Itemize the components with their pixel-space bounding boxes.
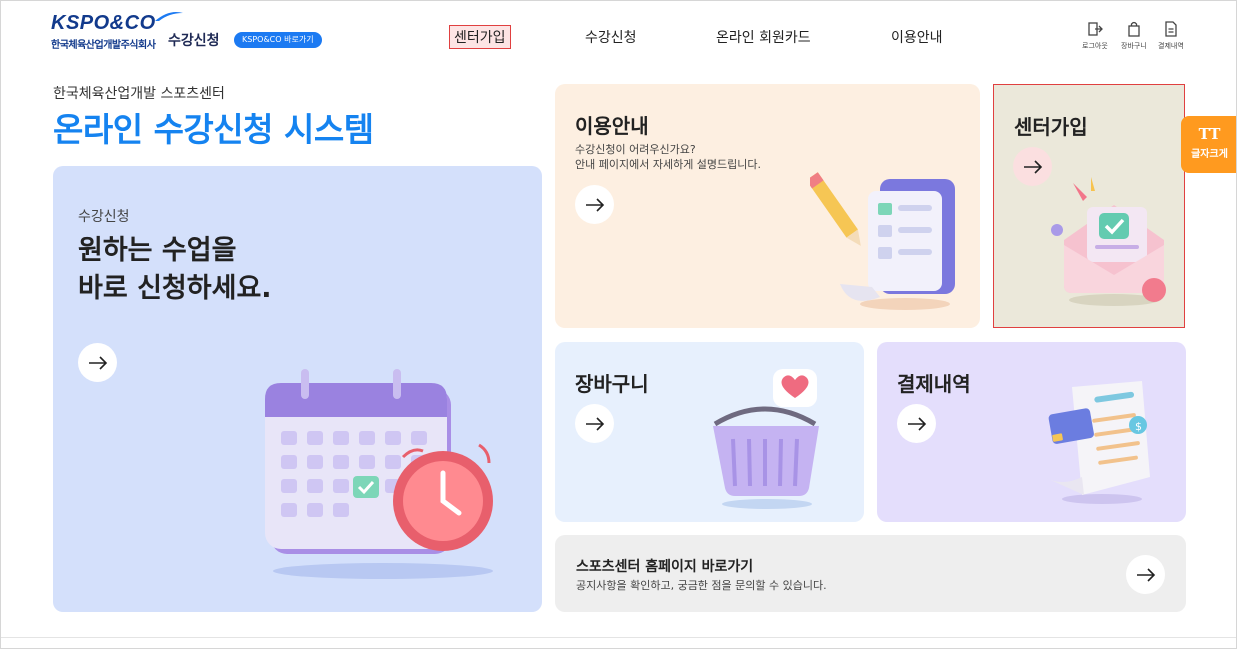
payment-card[interactable]: 결제내역 $ bbox=[877, 342, 1186, 522]
guide-card[interactable]: 이용안내 수강신청이 어려우신가요? 안내 페이지에서 자세하게 설명드립니다. bbox=[555, 84, 980, 328]
nav-item-member-card[interactable]: 온라인 회원카드 bbox=[716, 27, 811, 47]
center-join-arrow-button[interactable] bbox=[1013, 147, 1052, 186]
cart-card[interactable]: 장바구니 bbox=[555, 342, 864, 522]
cart-arrow-button[interactable] bbox=[575, 404, 614, 443]
course-apply-label: 수강신청 bbox=[78, 209, 130, 225]
kspo-shortcut-button[interactable]: KSPO&CO 바로가기 bbox=[234, 32, 322, 48]
logo-text: KSPO&CO bbox=[51, 12, 156, 34]
homepage-link-title: 스포츠센터 홈페이지 바로가기 bbox=[576, 559, 754, 575]
course-apply-arrow-button[interactable] bbox=[78, 343, 117, 382]
center-join-title: 센터가입 bbox=[1014, 115, 1088, 139]
arrow-right-icon bbox=[585, 197, 604, 212]
font-size-label: 글자크게 bbox=[1191, 149, 1228, 160]
cart-title: 장바구니 bbox=[575, 372, 649, 396]
course-apply-headline: 원하는 수업을 바로 신청하세요. bbox=[78, 235, 272, 304]
guide-title: 이용안내 bbox=[575, 114, 649, 138]
arrow-right-icon bbox=[1023, 159, 1042, 174]
guide-description: 수강신청이 어려우신가요? 안내 페이지에서 자세하게 설명드립니다. bbox=[575, 143, 762, 171]
payment-history-button[interactable]: 결제내역 bbox=[1158, 21, 1184, 51]
homepage-link-description: 공지사항을 확인하고, 궁금한 점을 문의할 수 있습니다. bbox=[576, 579, 827, 592]
course-apply-card[interactable]: 수강신청 원하는 수업을 바로 신청하세요. bbox=[53, 166, 542, 612]
logo-subtitle: 한국체육산업개발주식회사 bbox=[51, 40, 156, 51]
site-name: 수강신청 bbox=[168, 33, 220, 49]
nav-item-course-apply[interactable]: 수강신청 bbox=[585, 27, 637, 47]
footer-divider bbox=[1, 637, 1236, 638]
payment-title: 결제내역 bbox=[897, 372, 971, 396]
arrow-right-icon bbox=[1136, 567, 1155, 582]
logo-swoosh-icon bbox=[155, 12, 183, 21]
page-frame: { "header": { "logo_text": "KSPO&CO", "l… bbox=[0, 0, 1237, 649]
font-size-button[interactable]: TT 글자크게 bbox=[1181, 116, 1236, 173]
logout-button[interactable]: 로그아웃 bbox=[1082, 21, 1108, 51]
arrow-right-icon bbox=[88, 355, 107, 370]
cart-button[interactable]: 장바구니 bbox=[1121, 21, 1147, 51]
arrow-right-icon bbox=[907, 416, 926, 431]
logout-label: 로그아웃 bbox=[1082, 42, 1108, 50]
homepage-arrow-button[interactable] bbox=[1126, 555, 1165, 594]
arrow-right-icon bbox=[585, 416, 604, 431]
logout-icon bbox=[1088, 22, 1103, 36]
homepage-link-card[interactable]: 스포츠센터 홈페이지 바로가기 공지사항을 확인하고, 궁금한 점을 문의할 수… bbox=[555, 535, 1186, 612]
brand-logo[interactable]: KSPO&CO 한국체육산업개발주식회사 bbox=[51, 12, 183, 51]
payment-arrow-button[interactable] bbox=[897, 404, 936, 443]
guide-arrow-button[interactable] bbox=[575, 185, 614, 224]
hero-subtitle: 한국체육산업개발 스포츠센터 bbox=[53, 86, 225, 102]
hero-title: 온라인 수강신청 시스템 bbox=[53, 110, 374, 149]
envelope-illustration bbox=[1051, 177, 1166, 306]
document-pencil-illustration bbox=[810, 172, 955, 310]
cart-label: 장바구니 bbox=[1121, 42, 1147, 50]
svg-text:$: $ bbox=[1135, 420, 1142, 433]
nav-item-center-join[interactable]: 센터가입 bbox=[449, 25, 511, 49]
font-size-icon: TT bbox=[1198, 125, 1221, 143]
center-join-card[interactable]: 센터가입 bbox=[993, 84, 1185, 328]
calendar-clock-illustration bbox=[265, 369, 493, 579]
nav-item-guide[interactable]: 이용안내 bbox=[891, 27, 943, 47]
document-icon bbox=[1165, 21, 1177, 37]
payment-history-label: 결제내역 bbox=[1158, 42, 1184, 50]
bag-icon bbox=[1128, 21, 1140, 37]
receipt-card-illustration: $ bbox=[1044, 381, 1150, 504]
basket-heart-illustration bbox=[713, 369, 819, 509]
